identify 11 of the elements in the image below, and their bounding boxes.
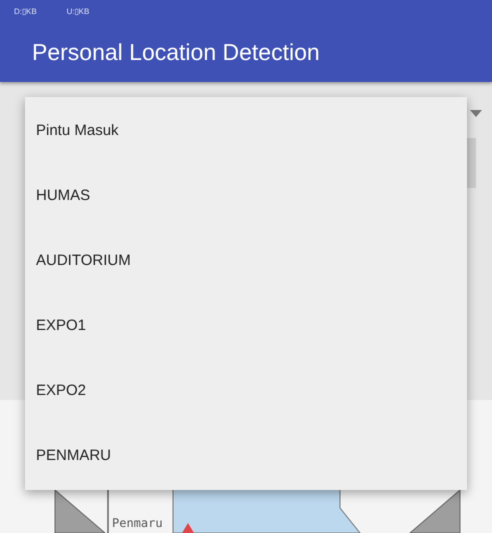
- dropdown-option[interactable]: AUDITORIUM: [25, 228, 467, 293]
- dropdown-option[interactable]: Pintu Masuk: [25, 98, 467, 163]
- dropdown-option[interactable]: EXPO1: [25, 293, 467, 358]
- upload-speed: U:▯KB: [66, 6, 90, 16]
- app-title: Personal Location Detection: [32, 38, 320, 66]
- map-label: Penmaru: [112, 516, 163, 530]
- dropdown-option[interactable]: PENMARU: [25, 423, 467, 488]
- download-speed: D:▯KB: [14, 6, 37, 16]
- dropdown-caret-icon[interactable]: [470, 110, 482, 117]
- dropdown-option[interactable]: EXPO2: [25, 358, 467, 423]
- dropdown-option[interactable]: HUMAS: [25, 163, 467, 228]
